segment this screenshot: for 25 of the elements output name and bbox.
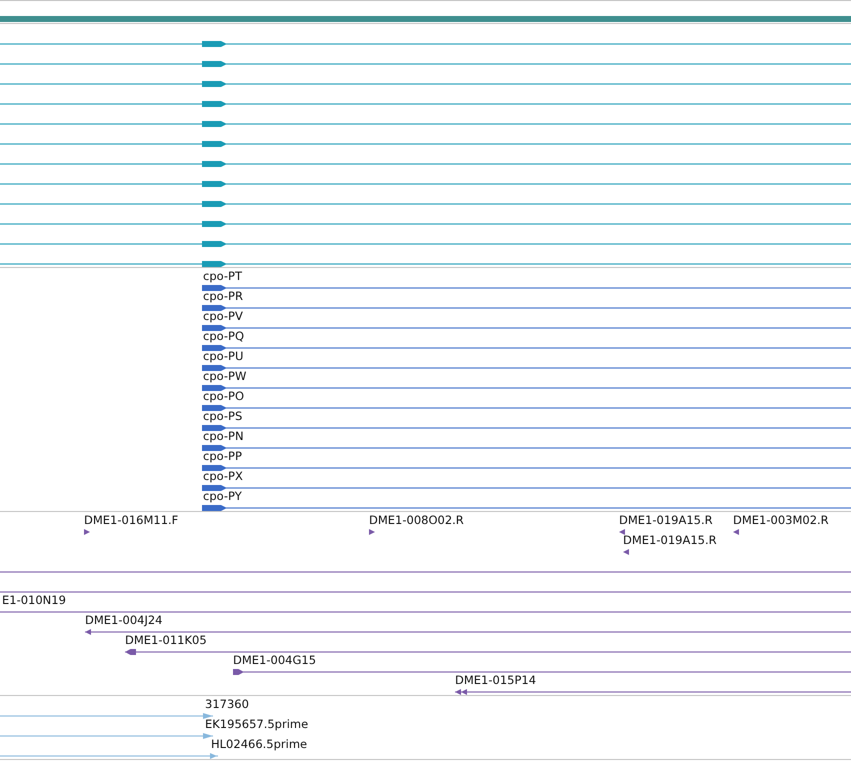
feature-label: cpo-PY bbox=[203, 489, 242, 503]
feature-label: cpo-PP bbox=[203, 449, 242, 463]
feature-label: DME1-003M02.R bbox=[733, 513, 829, 527]
feature-label: cpo-PW bbox=[203, 369, 246, 383]
feature-label: cpo-PU bbox=[203, 349, 244, 363]
feature-label: DME1-004J24 bbox=[85, 613, 162, 627]
feature-label: cpo-PT bbox=[203, 269, 242, 283]
feature-label: DME1-016M11.F bbox=[84, 513, 178, 527]
feature-label: DME1-004G15 bbox=[233, 653, 316, 667]
feature-label: DME1-008O02.R bbox=[369, 513, 464, 527]
feature-label: DME1-015P14 bbox=[455, 673, 536, 687]
feature-label: EK195657.5prime bbox=[205, 717, 308, 731]
feature-label: HL02466.5prime bbox=[211, 737, 308, 751]
feature-label: DME1-011K05 bbox=[125, 633, 207, 647]
feature-label: 317360 bbox=[205, 697, 249, 711]
feature-label: cpo-PS bbox=[203, 409, 242, 423]
feature-label: cpo-PO bbox=[203, 389, 244, 403]
feature-label: cpo-PN bbox=[203, 429, 244, 443]
feature-label: E1-010N19 bbox=[2, 593, 66, 607]
feature-label: DME1-019A15.R bbox=[619, 513, 713, 527]
feature-label: cpo-PX bbox=[203, 469, 243, 483]
feature-label: DME1-019A15.R bbox=[623, 533, 717, 547]
feature-label: cpo-PQ bbox=[203, 329, 244, 343]
feature-label: cpo-PV bbox=[203, 309, 243, 323]
feature-label: cpo-PR bbox=[203, 289, 243, 303]
